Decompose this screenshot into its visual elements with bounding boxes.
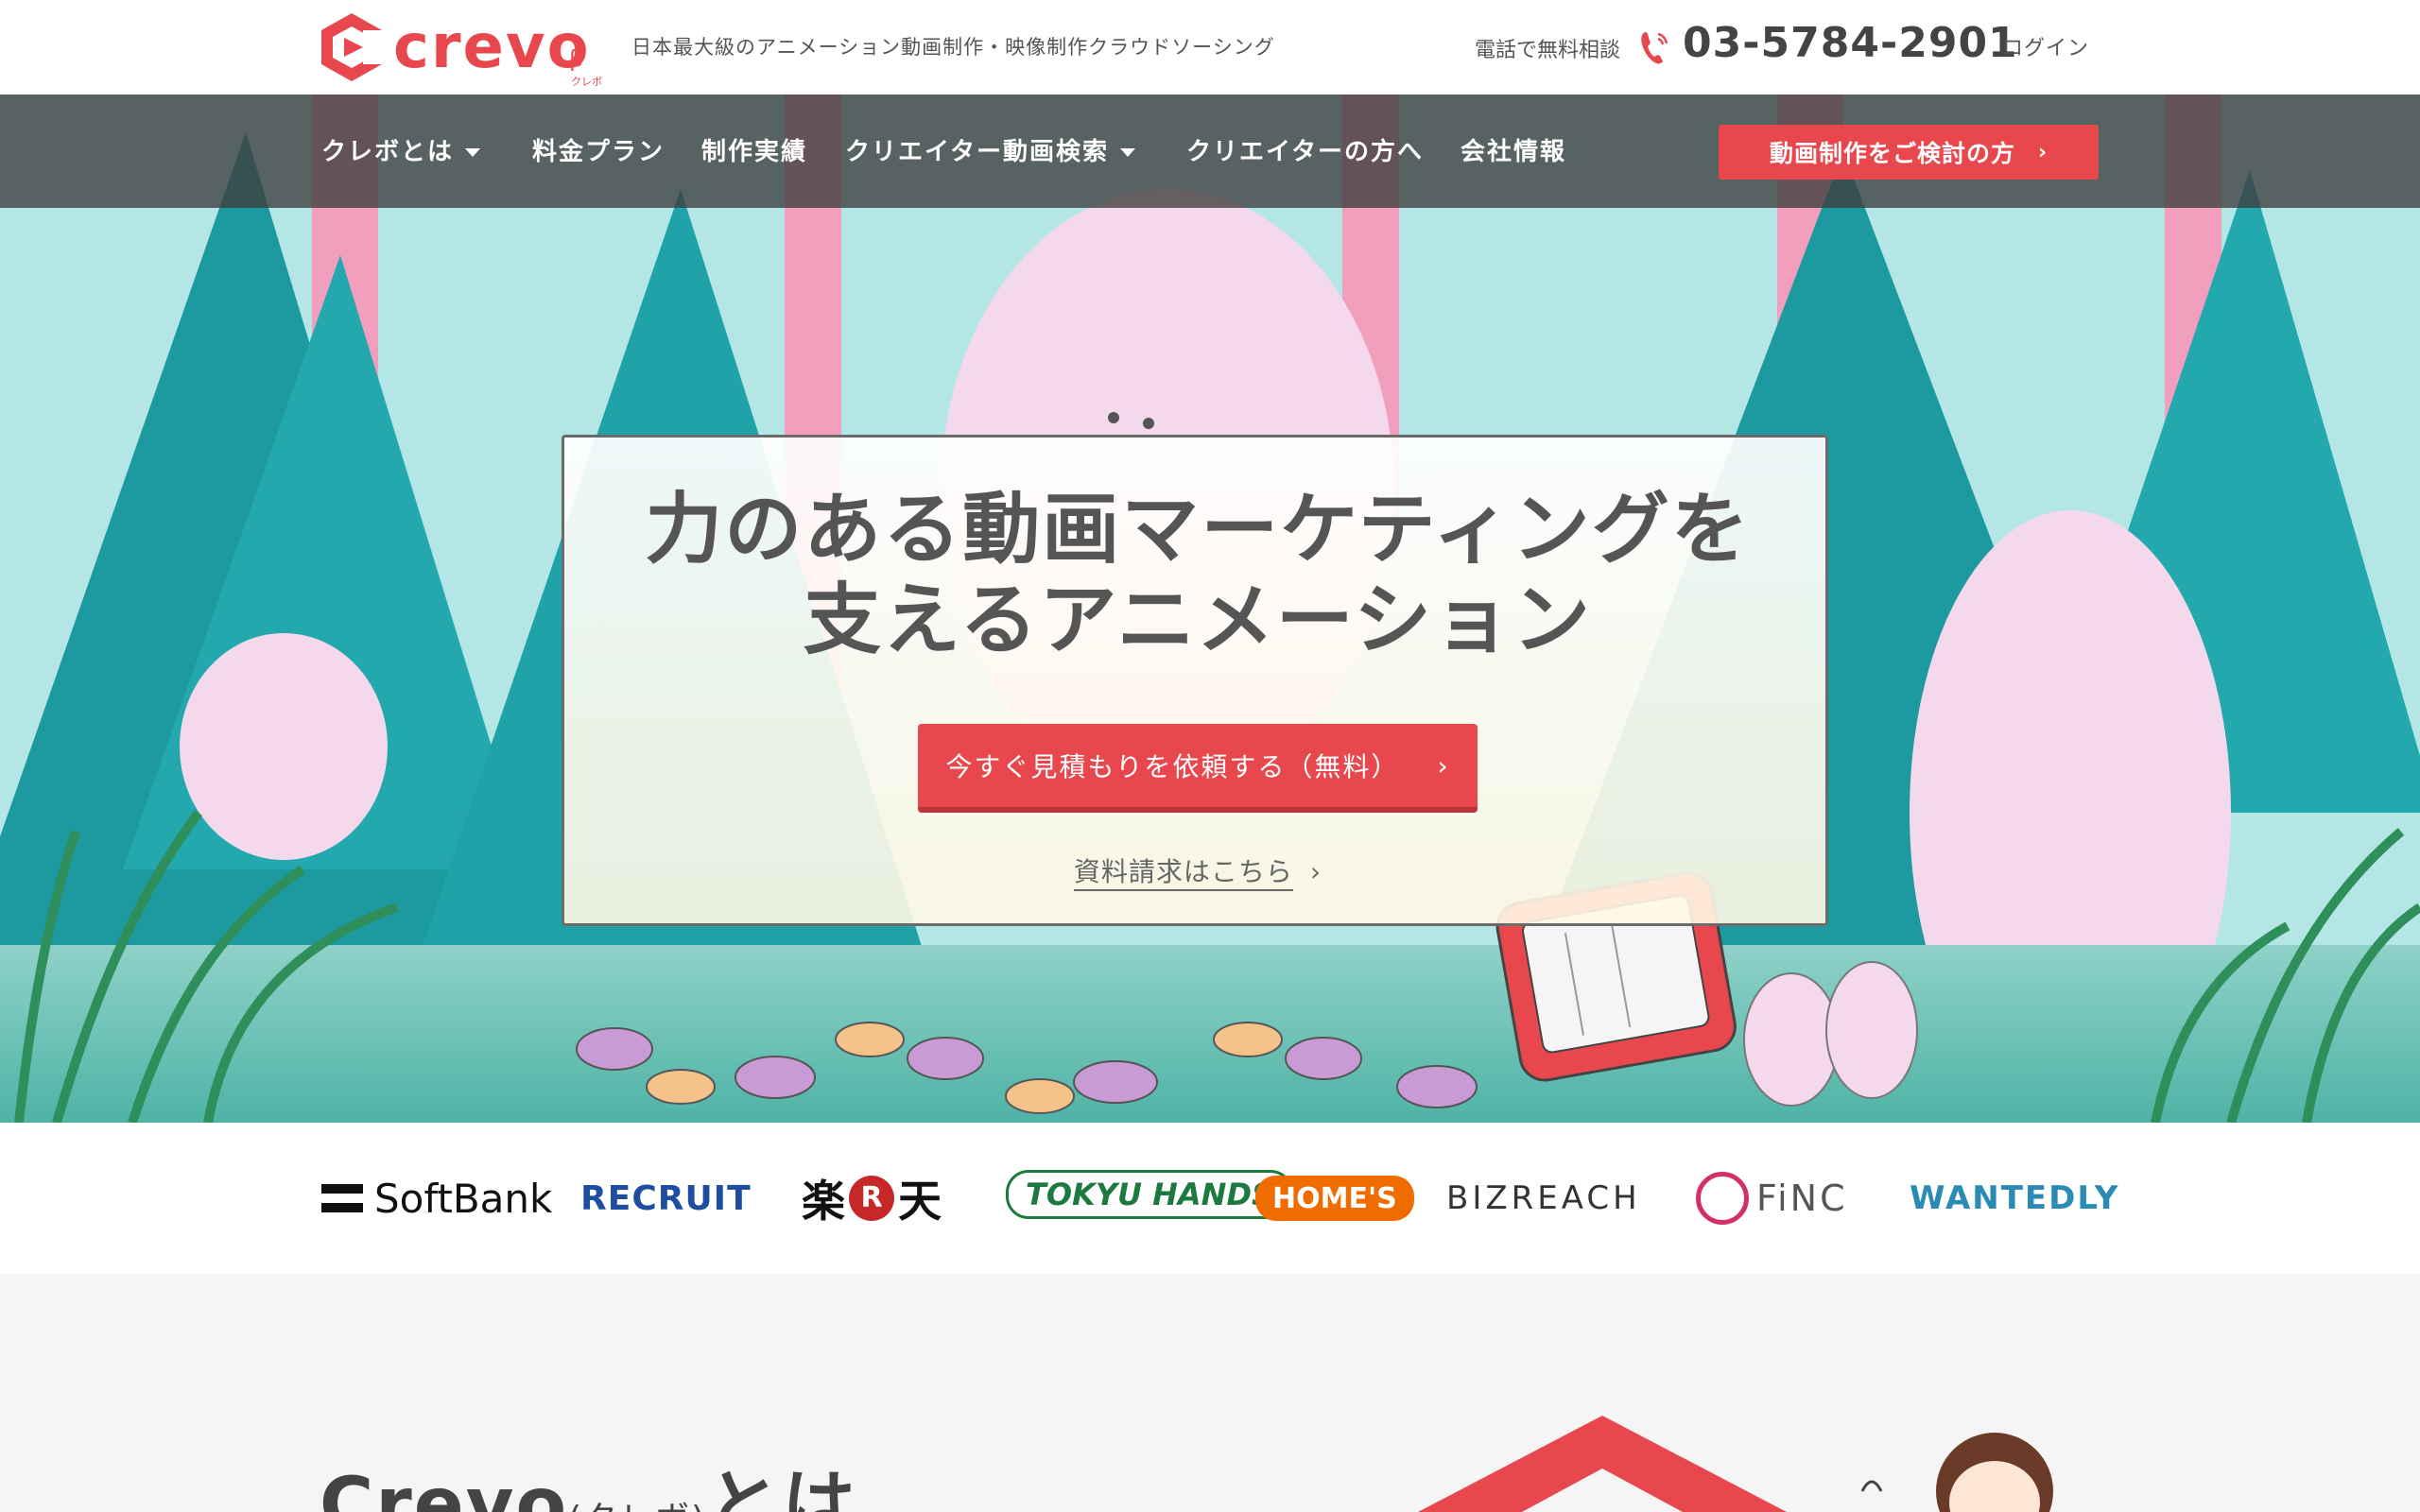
- hero-headline-line1: 力のある動画マーケティングを: [645, 485, 1751, 575]
- nav-item-works-label: 制作実績: [701, 138, 808, 166]
- wantedly-logo: WANTEDLY: [1910, 1170, 2119, 1227]
- homes-logo: HOME'S: [1255, 1176, 1414, 1221]
- hero-headline-line2: 支えるアニメーション: [803, 576, 1593, 665]
- hero-panel: 力のある動画マーケティングを 支えるアニメーション 今すぐ見積もりを依頼する（無…: [562, 435, 1828, 926]
- about-section: Crevo(クレボ)とは: [0, 1274, 2420, 1512]
- about-title-main: Crevo: [320, 1463, 569, 1512]
- top-bar: crevo β クレボ 日本最大級のアニメーション動画制作・映像制作クラウドソー…: [0, 0, 2420, 94]
- login-link[interactable]: ログイン: [2002, 31, 2089, 61]
- crevo-logo[interactable]: crevo β クレボ: [320, 11, 608, 88]
- nav-item-for-creators[interactable]: クリエイターの方へ: [1186, 132, 1424, 167]
- nav-item-for-creators-label: クリエイターの方へ: [1186, 138, 1424, 166]
- wantedly-text: WANTEDLY: [1910, 1179, 2120, 1217]
- nav-item-creator-search[interactable]: クリエイター動画検索: [845, 132, 1135, 167]
- tokyu-hands-logo: TOKYU HANDS: [1006, 1170, 1294, 1219]
- rakuten-left: 楽: [802, 1176, 845, 1227]
- rakuten-r-icon: R: [849, 1176, 894, 1221]
- logo-beta: β: [569, 45, 584, 72]
- nav-item-works[interactable]: 制作実績: [701, 132, 807, 167]
- caret-down-icon: [465, 148, 481, 157]
- hero: クレボとは 料金プラン 制作実績 クリエイター動画検索 クリエイターの方へ 会社…: [0, 94, 2420, 1123]
- nav-item-pricing[interactable]: 料金プラン: [532, 132, 665, 167]
- about-title-tail: とは: [706, 1463, 858, 1512]
- about-title: Crevo(クレボ)とは: [320, 1446, 857, 1512]
- crevo-logo-icon: [321, 13, 384, 81]
- nav-cta-button[interactable]: 動画制作をご検討の方 ›: [1719, 125, 2099, 180]
- nav-item-about[interactable]: クレボとは: [321, 132, 481, 167]
- about-title-sub: (クレボ): [568, 1500, 706, 1512]
- finc-text: FiNC: [1756, 1177, 1848, 1219]
- nav-item-about-label: クレボとは: [321, 138, 455, 166]
- tel-label: 電話で無料相談: [1475, 39, 1621, 62]
- client-logos: SoftBank RECRUIT 楽R天 TOKYU HANDS HOME'S …: [0, 1123, 2420, 1274]
- request-quote-label: 今すぐ見積もりを依頼する（無料）: [945, 751, 1400, 782]
- nav-item-company-label: 会社情報: [1461, 138, 1567, 166]
- logo-kana: クレボ: [571, 76, 602, 88]
- nav-cta-label: 動画制作をご検討の方: [1769, 140, 2015, 167]
- hero-headline: 力のある動画マーケティングを 支えるアニメーション: [564, 485, 1831, 666]
- nav-item-creator-search-label: クリエイター動画検索: [845, 138, 1109, 166]
- chevron-right-icon: ›: [2037, 140, 2048, 164]
- recruit-logo: RECRUIT: [580, 1170, 752, 1227]
- main-nav: クレボとは 料金プラン 制作実績 クリエイター動画検索 クリエイターの方へ 会社…: [0, 94, 2420, 208]
- request-quote-button[interactable]: 今すぐ見積もりを依頼する（無料） ›: [918, 724, 1478, 813]
- nav-item-pricing-label: 料金プラン: [532, 138, 666, 166]
- rakuten-logo: 楽R天: [802, 1170, 942, 1227]
- finc-logo: FiNC: [1696, 1170, 1848, 1227]
- tel-number[interactable]: 03-5784-2901: [1683, 19, 2018, 67]
- person-illustration: [1860, 1433, 2053, 1512]
- softbank-logo: SoftBank: [321, 1170, 552, 1227]
- phone-icon: [1641, 32, 1668, 64]
- tagline: 日本最大級のアニメーション動画制作・映像制作クラウドソーシング: [631, 36, 1275, 59]
- bizreach-text: BIZREACH: [1446, 1179, 1641, 1217]
- chevron-right-icon: ›: [1437, 749, 1450, 782]
- logo-wordmark: crevo: [393, 12, 591, 82]
- rakuten-right: 天: [898, 1176, 942, 1227]
- finc-circle-icon: [1696, 1172, 1749, 1225]
- nav-item-company[interactable]: 会社情報: [1461, 132, 1566, 167]
- softbank-bars-icon: [321, 1184, 363, 1212]
- homes-text: HOME'S: [1272, 1181, 1397, 1215]
- caret-down-icon: [1119, 148, 1135, 157]
- document-request-label: 資料請求はこちら: [1073, 856, 1293, 891]
- recruit-text: RECRUIT: [580, 1178, 752, 1218]
- softbank-text: SoftBank: [374, 1175, 553, 1222]
- bizreach-logo: BIZREACH: [1446, 1170, 1641, 1227]
- chevron-right-icon: ›: [1309, 856, 1322, 887]
- tokyu-hands-text: TOKYU HANDS: [1026, 1177, 1274, 1212]
- document-request-link[interactable]: 資料請求はこちら ›: [564, 851, 1831, 891]
